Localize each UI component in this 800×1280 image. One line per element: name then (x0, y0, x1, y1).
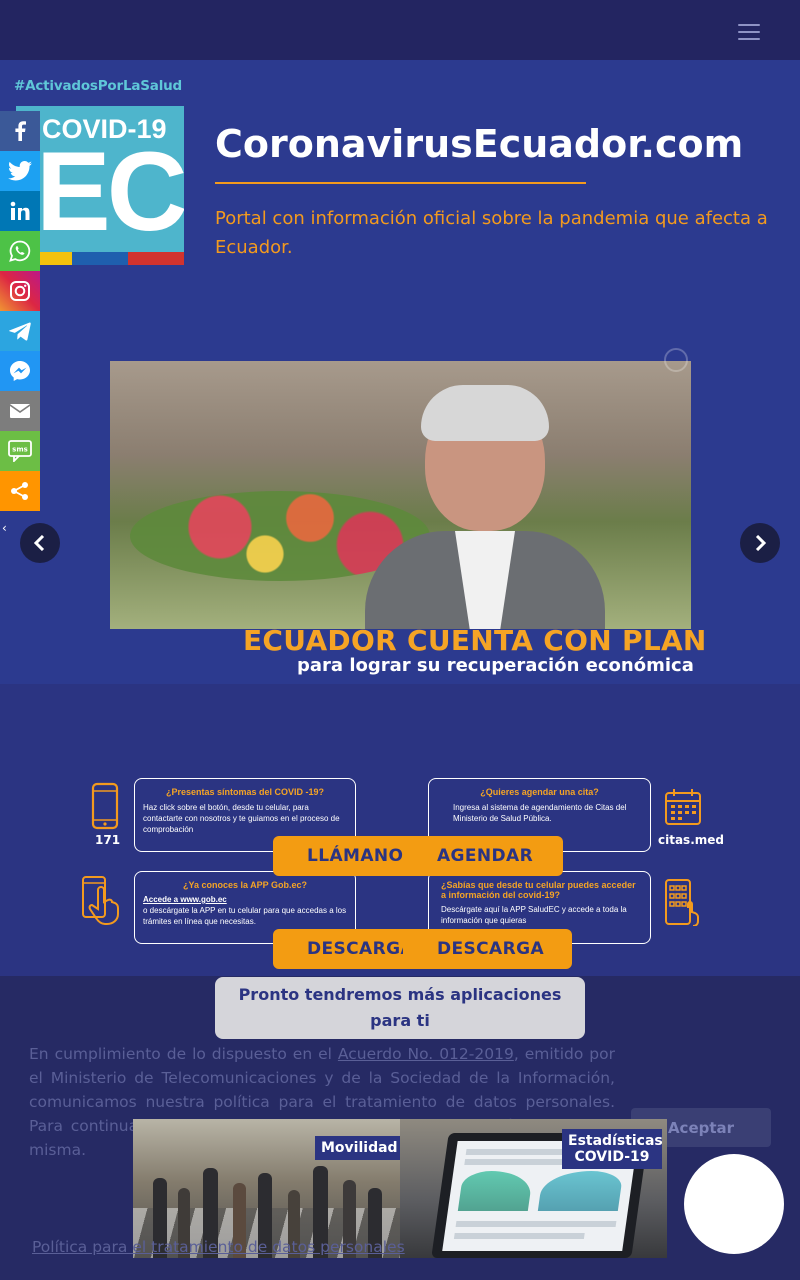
whatsapp-icon[interactable] (0, 231, 40, 271)
card-text: o descárgate la APP en tu celular para q… (143, 906, 347, 926)
flag-stripe-blue (72, 252, 128, 265)
calendar-icon (665, 789, 701, 825)
slide-person (365, 385, 605, 629)
person-hair (421, 385, 549, 441)
chevron-right-icon (755, 535, 766, 551)
slide-subline: para lograr su recuperación económica (297, 655, 694, 676)
linkedin-icon[interactable] (0, 191, 40, 231)
logo-box: COVID-19 EC (16, 106, 184, 252)
card-title: ¿Quieres agendar una cita? (480, 787, 599, 797)
logo-flag-stripes (16, 252, 184, 265)
carousel-slide-image[interactable] (110, 361, 691, 629)
logo-hashtag: #ActivadosPorLaSalud (14, 78, 182, 94)
consent-text-part1: En cumplimiento de lo dispuesto en el (29, 1045, 338, 1063)
email-icon[interactable] (0, 391, 40, 431)
download-buttons[interactable]: DESCARGA DESCARGA (273, 929, 572, 969)
button-separator (403, 929, 433, 969)
pronto-notice: Pronto tendremos más aplicaciones para t… (215, 977, 585, 1039)
sms-icon[interactable]: sms (0, 431, 40, 471)
logo-ec-text: EC (36, 129, 184, 252)
card-text: Descárgate aquí la APP SaludEC y accede … (441, 905, 627, 925)
carousel-prev-button[interactable] (20, 523, 60, 563)
call-button-label: LLÁMANOS (307, 846, 417, 866)
share-icon[interactable] (0, 471, 40, 511)
social-share-bar: sms (0, 111, 40, 511)
card-title: ¿Ya conoces la APP Gob.ec? (182, 880, 308, 890)
site-subtitle: Portal con información oficial sobre la … (215, 208, 768, 258)
button-separator (403, 836, 433, 876)
hamburger-menu-icon[interactable] (738, 24, 760, 40)
phone-number-label: 171 (95, 833, 121, 847)
top-navbar (0, 0, 800, 60)
card-title: ¿Sabías que desde tu celular puedes acce… (441, 880, 636, 900)
mobile-grid-icon (665, 879, 699, 926)
agenda-button-label: AGENDAR (437, 846, 534, 866)
estadisticas-thumbnail[interactable]: Estadísticas COVID-19 (400, 1119, 667, 1258)
facebook-icon[interactable] (0, 111, 40, 151)
privacy-policy-link[interactable]: Política para el tratamiento de datos pe… (32, 1238, 405, 1256)
chevron-left-icon (34, 535, 45, 551)
call-agenda-button[interactable]: LLÁMANOS AGENDAR (273, 836, 563, 876)
slide-headline: ECUADOR CUENTA CON PLAN (243, 624, 707, 657)
gobec-link[interactable]: Accede a www.gob.ec (143, 894, 347, 905)
chat-widget-button[interactable] (684, 1154, 784, 1254)
telegram-icon[interactable] (0, 311, 40, 351)
download-button-label-left: DESCARGA (307, 939, 415, 959)
movilidad-label: Movilidad (315, 1136, 400, 1160)
twitter-icon[interactable] (0, 151, 40, 191)
site-title: CoronavirusEcuador.com (215, 122, 744, 166)
card-title: ¿Presentas síntomas del COVID -19? (165, 787, 325, 797)
flag-stripe-red (128, 252, 184, 265)
svg-text:sms: sms (12, 446, 28, 454)
citas-label: citas.med (658, 833, 724, 847)
download-button-label-right: DESCARGA (437, 939, 545, 959)
card-text: Ingresa al sistema de agendamiento de Ci… (453, 803, 627, 823)
card-text: Haz click sobre el botón, desde tu celul… (143, 803, 340, 834)
carousel-next-button[interactable] (740, 523, 780, 563)
instagram-icon[interactable] (0, 271, 40, 311)
acuerdo-link[interactable]: Acuerdo No. 012-2019 (338, 1045, 514, 1063)
hide-share-bar-toggle[interactable]: ‹ (2, 521, 7, 535)
estadisticas-label: Estadísticas COVID-19 (562, 1129, 663, 1169)
title-divider (215, 182, 586, 184)
messenger-icon[interactable] (0, 351, 40, 391)
smartphone-icon (91, 782, 119, 830)
phone-touch-icon (82, 876, 119, 925)
carousel-indicator[interactable] (664, 348, 688, 372)
